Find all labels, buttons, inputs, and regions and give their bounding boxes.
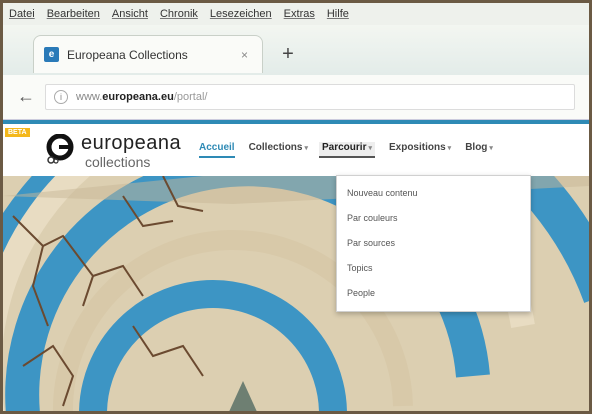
menu-hilfe[interactable]: Hilfe <box>327 8 349 20</box>
menu-lesezeichen[interactable]: Lesezeichen <box>210 8 272 20</box>
dropdown-item-people[interactable]: People <box>347 288 375 298</box>
menu-ansicht[interactable]: Ansicht <box>112 8 148 20</box>
caret-down-icon: ▾ <box>304 145 308 152</box>
nav-parcourir[interactable]: Parcourir ▾ <box>319 142 375 158</box>
europeana-logo-icon[interactable] <box>45 134 75 164</box>
parcourir-dropdown-menu: Nouveau contenu Par couleurs Par sources… <box>336 175 531 312</box>
nav-collections-label: Collections <box>248 142 303 153</box>
navigation-bar: ← i www. europeana.eu/portal/ <box>3 75 589 120</box>
url-domain: europeana.eu <box>102 91 174 103</box>
info-icon[interactable]: i <box>54 90 68 104</box>
site-nav: Accueil Collections ▾ Parcourir ▾ Expositi… <box>199 142 507 158</box>
caret-down-icon: ▾ <box>489 145 493 152</box>
dropdown-item-topics[interactable]: Topics <box>347 263 373 273</box>
new-tab-button[interactable]: + <box>273 41 303 67</box>
url-bar[interactable]: i www. europeana.eu/portal/ <box>45 84 575 110</box>
close-icon[interactable]: × <box>241 48 248 62</box>
europeana-page: BETA europeana collections Accueil Colle… <box>3 120 589 411</box>
menu-chronik[interactable]: Chronik <box>160 8 198 20</box>
nav-blog[interactable]: Blog ▾ <box>465 142 493 158</box>
back-arrow-icon[interactable]: ← <box>15 85 37 107</box>
logo-wordmark[interactable]: europeana <box>81 132 181 155</box>
nav-parcourir-label: Parcourir <box>322 142 367 153</box>
nav-accueil-label: Accueil <box>199 142 235 153</box>
logo-subtitle: collections <box>85 154 151 170</box>
menu-extras[interactable]: Extras <box>284 8 315 20</box>
nav-accueil[interactable]: Accueil <box>199 142 235 158</box>
nav-expositions[interactable]: Expositions ▾ <box>389 142 451 158</box>
header-stripe <box>3 120 589 124</box>
nav-blog-label: Blog <box>465 142 488 153</box>
tab-europeana[interactable]: e Europeana Collections × <box>33 35 263 73</box>
nav-expositions-label: Expositions <box>388 142 446 153</box>
dropdown-item-par-sources[interactable]: Par sources <box>347 238 395 248</box>
menu-datei[interactable]: Datei <box>9 8 35 20</box>
menu-bar: Datei Bearbeiten Ansicht Chronik Lesezei… <box>3 3 589 25</box>
url-prefix: www. <box>76 91 103 103</box>
caret-down-icon: ▾ <box>447 145 452 152</box>
beta-badge: BETA <box>5 128 30 137</box>
dropdown-item-par-couleurs[interactable]: Par couleurs <box>347 213 398 223</box>
url-path: /portal/ <box>173 91 208 103</box>
caret-down-icon: ▾ <box>368 145 372 152</box>
tab-strip: e Europeana Collections × + <box>3 25 589 75</box>
browser-window: Datei Bearbeiten Ansicht Chronik Lesezei… <box>0 0 592 414</box>
europeana-favicon-icon: e <box>44 47 59 62</box>
tab-title: Europeana Collections <box>67 47 188 62</box>
dropdown-item-nouveau-contenu[interactable]: Nouveau contenu <box>347 188 418 198</box>
nav-collections[interactable]: Collections ▾ <box>249 142 308 158</box>
menu-bearbeiten[interactable]: Bearbeiten <box>47 8 100 20</box>
